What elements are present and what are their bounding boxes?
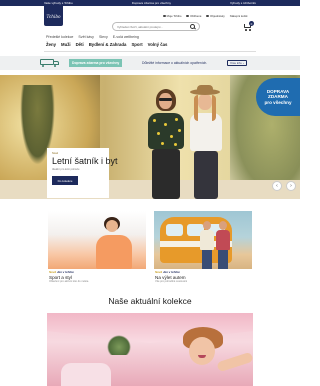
tile-new-label: Nově	[49, 270, 57, 274]
tile-caption-sport[interactable]: Nově Jen v tchibo Sport a styl Oblečení …	[49, 270, 88, 283]
site-header: Tchibo Moje Tchibo Oblíbené Objednávky N…	[0, 6, 300, 31]
tile-subtitle: Oblečení pro aktivní léto do města	[49, 280, 89, 283]
chevron-right-icon: ›	[290, 183, 292, 189]
tile-tagline: Nově Jen v tchibo	[155, 270, 187, 274]
teaser-tile-car-trip[interactable]	[154, 211, 252, 269]
main-nav: Ženy Muži Děti Bydlení & Zahrada Sport V…	[46, 42, 167, 47]
cart-link[interactable]: Nákupní košík	[230, 14, 248, 18]
cart-wheel-icon	[249, 29, 251, 31]
search-input[interactable]	[117, 24, 190, 29]
hero-title: Letní šatník i byt	[52, 156, 118, 166]
cart-button[interactable]: 0	[243, 21, 254, 31]
my-tchibo-label: Moje Tchibo	[166, 14, 182, 18]
hero-card: Nově Letní šatník i byt Ideální pro letn…	[47, 148, 118, 198]
cart-label: Nákupní košík	[229, 14, 248, 18]
search-icon[interactable]	[190, 24, 195, 29]
tile-tagline-text: Jen v tchibo	[56, 270, 74, 274]
nav-sale[interactable]: Slevy	[99, 35, 108, 39]
tile-model-car-1	[200, 221, 214, 269]
favorites-label: Oblíbené	[190, 14, 202, 18]
hero-new-label: Nově	[52, 152, 59, 155]
collection-pillow	[61, 363, 111, 386]
chevron-right-icon: ›	[242, 61, 244, 65]
tile-new-label: Nově	[155, 270, 163, 274]
collection-image[interactable]	[47, 313, 253, 386]
tile-model-sport	[94, 217, 134, 269]
collection-model-face	[189, 337, 215, 365]
collection-plant	[107, 335, 131, 355]
favorites-link[interactable]: Oblíbené	[186, 14, 201, 18]
tile-tagline: Nově Jen v tchibo	[49, 270, 88, 274]
hero-banner[interactable]	[0, 75, 300, 199]
cart-count-badge: 0	[249, 21, 254, 26]
user-icon	[163, 14, 166, 18]
more-info-label: Více info	[230, 61, 242, 65]
badge-line-3: pro všechny	[264, 99, 292, 105]
cart-wheel-icon	[245, 29, 247, 31]
nav-men[interactable]: Muži	[61, 42, 71, 47]
collection-model-arm	[216, 351, 253, 373]
nav-kids[interactable]: Děti	[76, 42, 84, 47]
heart-icon	[186, 14, 190, 18]
nav-home-garden[interactable]: Bydlení & Zahrada	[89, 42, 127, 47]
utility-links: Moje Tchibo Oblíbené Objednávky Nákupní …	[163, 14, 248, 18]
to-collection-button[interactable]: Do kolekce	[52, 176, 78, 185]
hero-model-left	[146, 87, 186, 199]
carousel-next-button[interactable]: ›	[286, 181, 296, 191]
nav-coffee-world[interactable]: Svět kávy	[78, 35, 94, 39]
topbar-left-link[interactable]: Vaše výhody s Tchibo	[44, 1, 73, 5]
tchibo-logo[interactable]: Tchibo	[44, 6, 63, 26]
section-title: Naše aktuální kolekce	[108, 296, 192, 306]
hero-subtitle: Ideální pro letní pohodu	[52, 168, 80, 171]
box-icon	[206, 14, 210, 18]
topbar-center-text: Doprava zdarma pro všechny	[131, 1, 171, 5]
my-tchibo-link[interactable]: Moje Tchibo	[163, 14, 181, 18]
orders-link[interactable]: Objednávky	[206, 14, 225, 18]
nav-wellbeing[interactable]: E-volá wellbeing	[113, 35, 139, 39]
nav-previous-collections[interactable]: Předešlé kolekce	[46, 35, 73, 39]
carousel-prev-button[interactable]: ‹	[272, 181, 282, 191]
nav-divider	[44, 51, 256, 52]
tile-model-car-2	[216, 221, 230, 269]
tile-subtitle: Vše pro pohodlné cestování	[155, 280, 188, 283]
tile-title: Sport a styl	[49, 274, 72, 280]
chevron-left-icon: ‹	[276, 183, 278, 189]
tile-caption-car-trip[interactable]: Nově Jen v tchibo Na výlet autem Vše pro…	[155, 270, 187, 283]
delivery-truck-icon	[40, 59, 62, 67]
teaser-tile-sport[interactable]	[48, 211, 146, 269]
free-shipping-tag: Doprava zdarma pro všechny	[69, 59, 123, 67]
logo-text: Tchibo	[46, 13, 61, 19]
tile-title: Na výlet autem	[155, 274, 186, 280]
hero-model-right	[188, 85, 224, 199]
topbar-right-link[interactable]: Výhody s tchiboinfo	[230, 1, 256, 5]
tile-tagline-text: Jen v tchibo	[162, 270, 180, 274]
nav-sport[interactable]: Sport	[131, 42, 142, 47]
nav-leisure[interactable]: Volný čas	[148, 42, 168, 47]
orders-label: Objednávky	[210, 14, 225, 18]
search-box[interactable]	[112, 22, 200, 31]
nav-women[interactable]: Ženy	[46, 42, 56, 47]
promo-info-text: Důležité informace o aktuálních opatření…	[142, 61, 208, 65]
secondary-nav: Předešlé kolekce Svět kávy Slevy E-volá …	[46, 35, 139, 39]
free-shipping-badge: DOPRAVA ZDARMA pro všechny	[256, 78, 300, 116]
more-info-button[interactable]: Více info ›	[227, 60, 247, 66]
promo-bar: Doprava zdarma pro všechny Důležité info…	[0, 56, 300, 70]
